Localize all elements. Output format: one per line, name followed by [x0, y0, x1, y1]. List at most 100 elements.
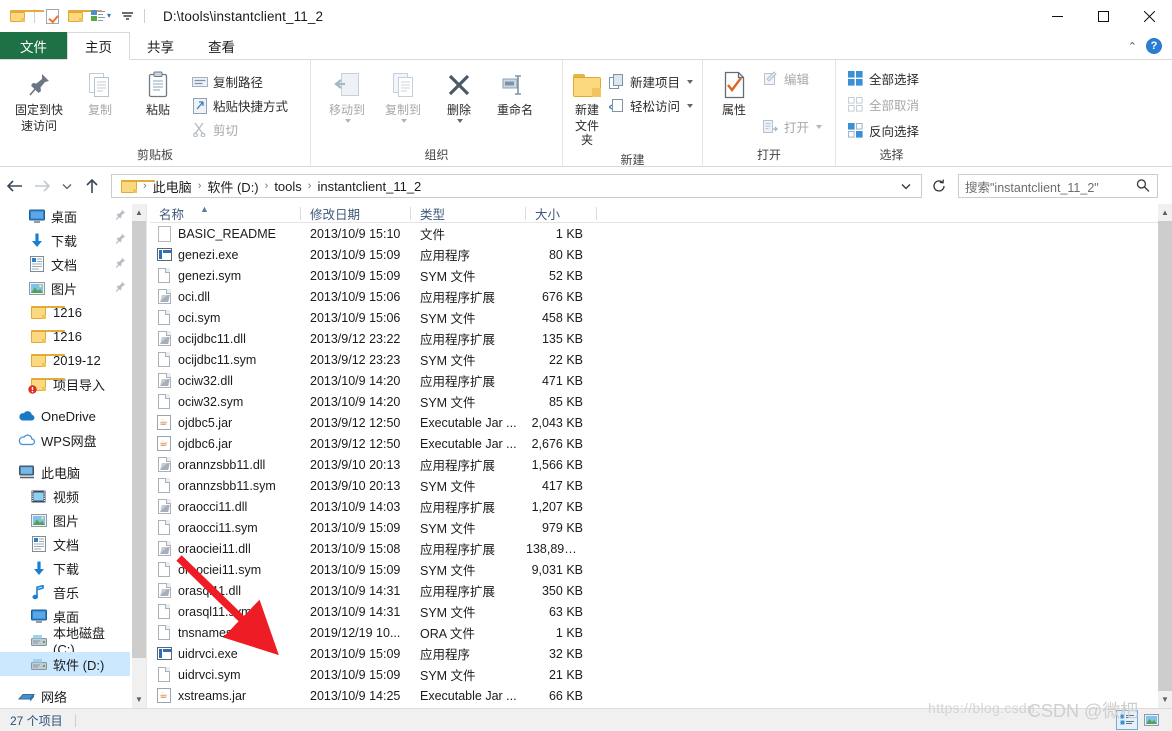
scroll-down-arrow-icon[interactable]: ▼	[132, 691, 146, 708]
pin-icon[interactable]	[115, 281, 126, 296]
select-none-button[interactable]: 全部取消	[844, 93, 924, 116]
column-header-name[interactable]: 名称 ▲	[150, 204, 301, 223]
sidebar-item-pictures[interactable]: 图片	[0, 276, 130, 300]
move-to-chevron-down-icon[interactable]	[345, 119, 351, 123]
sidebar-item-folder-1216-a[interactable]: 1216	[0, 300, 130, 324]
move-to-button[interactable]: 移动到	[319, 65, 375, 127]
sidebar-item-music[interactable]: 音乐	[0, 580, 130, 604]
table-row[interactable]: genezi.exe 2013/10/9 15:09 应用程序 80 KB	[150, 244, 1172, 265]
search-box[interactable]: 搜索"instantclient_11_2"	[958, 174, 1158, 198]
address-dropdown-chevron-down-icon[interactable]	[895, 175, 917, 197]
collapse-ribbon-chevron-up-icon[interactable]: ⌃	[1128, 40, 1137, 53]
details-view-button[interactable]	[1116, 710, 1138, 730]
new-folder-button[interactable]: 新建 文件夹	[571, 65, 603, 151]
table-row[interactable]: xstreams.jar 2013/10/9 14:25 Executable Ja…	[150, 685, 1172, 706]
properties-checkmark-icon[interactable]	[43, 7, 61, 25]
easy-access-button[interactable]: 轻松访问	[605, 94, 698, 117]
new-item-button[interactable]: 新建项目	[605, 70, 698, 93]
system-menu-folder-icon[interactable]	[8, 7, 44, 25]
copy-to-button[interactable]: 复制到	[375, 65, 431, 127]
rename-button[interactable]: 重命名	[487, 65, 543, 121]
table-row[interactable]: genezi.sym 2013/10/9 15:09 SYM 文件 52 KB	[150, 265, 1172, 286]
table-row[interactable]: oraociei11.dll 2013/10/9 15:08 应用程序扩展 138,8…	[150, 538, 1172, 559]
recent-locations-chevron-down-icon[interactable]	[56, 172, 78, 200]
delete-button[interactable]: 删除	[431, 65, 487, 127]
forward-button[interactable]	[28, 172, 56, 200]
sidebar-item-this-pc[interactable]: 此电脑	[0, 460, 130, 484]
pin-to-quick-access-button[interactable]: 固定到快 速访问	[8, 65, 70, 137]
sidebar-item-desktop[interactable]: 桌面	[0, 204, 130, 228]
search-icon[interactable]	[1133, 175, 1155, 197]
tab-file[interactable]: 文件	[0, 32, 67, 60]
invert-selection-button[interactable]: 反向选择	[844, 119, 924, 142]
table-row[interactable]: orannzsbb11.sym 2013/9/10 20:13 SYM 文件 417 …	[150, 475, 1172, 496]
file-list-scrollbar[interactable]: ▲ ▼	[1158, 204, 1172, 708]
sidebar-item-downloads-pc[interactable]: 下载	[0, 556, 130, 580]
paste-button[interactable]: 粘贴	[130, 65, 186, 121]
sidebar-item-documents-pc[interactable]: 文档	[0, 532, 130, 556]
table-row[interactable]: oci.dll 2013/10/9 15:06 应用程序扩展 676 KB	[150, 286, 1172, 307]
easy-access-chevron-down-icon[interactable]	[687, 103, 694, 108]
copy-button[interactable]: 复制	[72, 65, 128, 121]
breadcrumb-item-instantclient[interactable]: instantclient_11_2	[312, 176, 426, 196]
edit-button[interactable]: 编辑	[759, 67, 827, 90]
search-input[interactable]: 搜索"instantclient_11_2"	[965, 177, 1099, 196]
help-icon[interactable]: ?	[1146, 38, 1162, 54]
minimize-button[interactable]	[1034, 0, 1080, 32]
sidebar-item-downloads[interactable]: 下载	[0, 228, 130, 252]
table-row[interactable]: orannzsbb11.dll 2013/9/10 20:13 应用程序扩展 1,56…	[150, 454, 1172, 475]
table-row[interactable]: oraociei11.sym 2013/10/9 15:09 SYM 文件 9,031…	[150, 559, 1172, 580]
pin-icon[interactable]	[115, 233, 126, 248]
sidebar-item-network[interactable]: 网络	[0, 684, 130, 708]
sidebar-item-software-d[interactable]: 软件 (D:)	[0, 652, 130, 676]
open-with-button[interactable]: 打开	[759, 115, 827, 138]
table-row[interactable]: oraocci11.sym 2013/10/9 15:09 SYM 文件 979 KB	[150, 517, 1172, 538]
sidebar-item-onedrive[interactable]: OneDrive	[0, 404, 130, 428]
table-row[interactable]: ocijdbc11.dll 2013/9/12 23:22 应用程序扩展 135 KB	[150, 328, 1172, 349]
close-button[interactable]	[1126, 0, 1172, 32]
breadcrumb-item-this-pc[interactable]: 此电脑	[148, 176, 197, 196]
delete-chevron-down-icon[interactable]	[457, 119, 463, 123]
properties-button[interactable]: 属性	[711, 65, 757, 121]
breadcrumb-item-tools[interactable]: tools	[269, 176, 306, 196]
customize-quick-access-chevron-down-icon[interactable]	[118, 7, 136, 25]
paste-shortcut-button[interactable]: 粘贴快捷方式	[188, 94, 293, 117]
table-row[interactable]: tnsnames.ora 2019/12/19 10... ORA 文件 1 KB	[150, 622, 1172, 643]
navigation-pane-scrollbar[interactable]: ▲ ▼	[132, 204, 146, 708]
breadcrumb[interactable]: › 此电脑 › 软件 (D:) › tools › instantclient_…	[111, 174, 922, 198]
sidebar-item-documents[interactable]: 文档	[0, 252, 130, 276]
scroll-down-arrow-icon[interactable]: ▼	[1158, 691, 1172, 708]
table-row[interactable]: oci.sym 2013/10/9 15:06 SYM 文件 458 KB	[150, 307, 1172, 328]
new-item-chevron-down-icon[interactable]	[687, 79, 694, 84]
scroll-up-arrow-icon[interactable]: ▲	[132, 204, 146, 221]
table-row[interactable]: BASIC_README 2013/10/9 15:10 文件 1 KB	[150, 223, 1172, 244]
table-row[interactable]: orasql11.sym 2013/10/9 14:31 SYM 文件 63 KB	[150, 601, 1172, 622]
pin-icon[interactable]	[115, 257, 126, 272]
table-row[interactable]: uidrvci.sym 2013/10/9 15:09 SYM 文件 21 KB	[150, 664, 1172, 685]
sidebar-item-wps-cloud[interactable]: WPS网盘	[0, 428, 130, 452]
breadcrumb-item-drive-d[interactable]: 软件 (D:)	[202, 176, 263, 196]
tab-view[interactable]: 查看	[191, 32, 252, 60]
table-row[interactable]: ojdbc5.jar 2013/9/12 12:50 Executable Jar …	[150, 412, 1172, 433]
copy-to-chevron-down-icon[interactable]	[401, 119, 407, 123]
table-row[interactable]: ocijdbc11.sym 2013/9/12 23:23 SYM 文件 22 KB	[150, 349, 1172, 370]
sidebar-item-pictures-pc[interactable]: 图片	[0, 508, 130, 532]
up-one-level-button[interactable]	[78, 172, 106, 200]
cut-button[interactable]: 剪切	[188, 118, 293, 141]
open-chevron-down-icon[interactable]	[816, 124, 822, 129]
properties-list-icon[interactable]: ▾	[89, 7, 113, 25]
tab-home[interactable]: 主页	[67, 32, 130, 60]
column-header-size[interactable]: 大小	[526, 204, 597, 223]
sidebar-item-videos[interactable]: 视频	[0, 484, 130, 508]
large-icons-view-button[interactable]	[1140, 710, 1162, 730]
copy-path-button[interactable]: 复制路径	[188, 70, 293, 93]
refresh-button[interactable]	[928, 175, 950, 197]
breadcrumb-root-folder-icon[interactable]	[116, 176, 155, 196]
column-header-date[interactable]: 修改日期	[301, 204, 411, 223]
table-row[interactable]: ojdbc6.jar 2013/9/12 12:50 Executable Jar …	[150, 433, 1172, 454]
sidebar-item-local-disk-c[interactable]: 本地磁盘 (C:)	[0, 626, 130, 657]
table-row[interactable]: ociw32.dll 2013/10/9 14:20 应用程序扩展 471 KB	[150, 370, 1172, 391]
pin-icon[interactable]	[115, 209, 126, 224]
scroll-up-arrow-icon[interactable]: ▲	[1158, 204, 1172, 221]
tab-share[interactable]: 共享	[130, 32, 191, 60]
